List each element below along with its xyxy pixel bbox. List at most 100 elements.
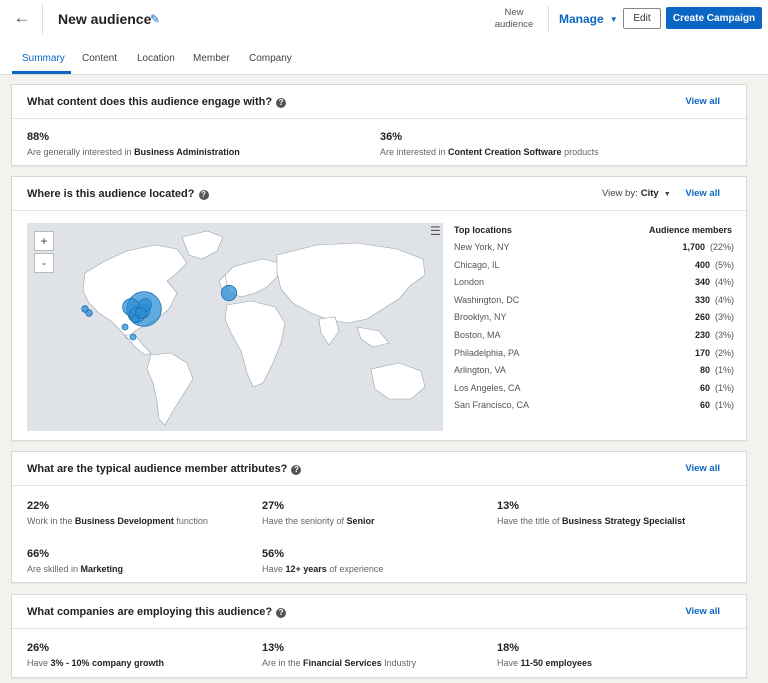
view-by-dropdown[interactable]: View by: City ▼	[602, 188, 671, 199]
help-icon[interactable]: ?	[291, 465, 302, 475]
location-city: Los Angeles, CA	[454, 382, 521, 393]
location-row: Chicago, IL 400 (5%)	[454, 260, 734, 274]
pencil-icon[interactable]: ✎	[150, 12, 160, 26]
help-icon[interactable]: ?	[198, 190, 209, 200]
australia-shape	[370, 362, 426, 400]
location-count: 260 (3%)	[694, 312, 734, 323]
location-city: Philadelphia, PA	[454, 347, 520, 358]
stat-percent: 88%	[27, 131, 50, 143]
caret-down-icon: ▼	[663, 191, 671, 198]
create-campaign-button[interactable]: Create Campaign	[666, 7, 762, 29]
zoom-in-button[interactable]: +	[34, 231, 54, 251]
location-city: San Francisco, CA	[454, 400, 530, 411]
location-row: San Francisco, CA 60 (1%)	[454, 400, 734, 414]
location-bubble[interactable]	[220, 284, 238, 302]
stat-description: Are skilled in Marketing	[27, 564, 124, 574]
divider	[548, 6, 549, 32]
help-icon[interactable]: ?	[276, 98, 287, 108]
location-city: London	[454, 277, 485, 288]
stat-percent: 36%	[380, 131, 403, 143]
stat-percent: 26%	[27, 642, 50, 654]
stat-description: Have 3% - 10% company growth	[27, 658, 165, 668]
tab-location[interactable]: Location	[137, 53, 175, 64]
help-icon[interactable]: ?	[276, 608, 287, 618]
location-row: Washington, DC 330 (4%)	[454, 295, 734, 309]
hamburger-menu-icon[interactable]: ☰	[430, 224, 441, 238]
page-title: New audience	[58, 11, 152, 27]
card-header: What companies are employing this audien…	[12, 595, 746, 629]
stat-percent: 56%	[262, 548, 285, 560]
company-stat: 13% Are in the Financial Services Indust…	[262, 642, 416, 668]
manage-label: Manage	[559, 12, 604, 26]
location-bubble[interactable]	[130, 314, 140, 324]
location-card: Where is this audience located?? View by…	[11, 176, 747, 441]
location-row: Arlington, VA 80 (1%)	[454, 365, 734, 379]
company-stat: 18% Have 11-50 employees	[497, 642, 592, 668]
zoom-out-button[interactable]: -	[34, 253, 54, 273]
location-city: New York, NY	[454, 242, 510, 252]
location-row: Boston, MA 230 (3%)	[454, 330, 734, 344]
location-row: Los Angeles, CA 60 (1%)	[454, 383, 734, 397]
location-count: 400 (5%)	[694, 259, 734, 270]
location-city: Boston, MA	[454, 330, 501, 340]
stat-description: Are interested in Content Creation Softw…	[380, 147, 599, 157]
stat-description: Have 12+ years of experience	[262, 564, 384, 574]
arrow-left-icon[interactable]: ←	[10, 8, 34, 28]
location-city: Arlington, VA	[454, 365, 506, 376]
stat-description: Have 11-50 employees	[497, 658, 593, 668]
content-stat: 88% Are generally interested in Business…	[27, 131, 240, 157]
world-map-graphic	[81, 230, 426, 426]
north-america-shape	[82, 244, 188, 340]
tab-bar: Summary Content Location Member Company	[0, 50, 768, 75]
content-stat: 36% Are interested in Content Creation S…	[380, 131, 599, 157]
divider	[42, 4, 43, 34]
location-bubble[interactable]	[121, 323, 129, 331]
tab-member[interactable]: Member	[193, 53, 230, 64]
manage-dropdown[interactable]: Manage ▼	[559, 12, 618, 26]
india-shape	[318, 316, 340, 346]
location-row: New York, NY 1,700 (22%)	[454, 242, 734, 256]
location-city: Brooklyn, NY	[454, 312, 507, 323]
stat-percent: 18%	[497, 642, 520, 654]
asia-shape	[276, 242, 426, 324]
location-count: 60 (1%)	[699, 400, 734, 411]
stat-description: Have the title of Business Strategy Spec…	[497, 516, 686, 526]
stat-description: Are generally interested in Business Adm…	[27, 147, 240, 157]
card-title-text: What companies are employing this audien…	[27, 606, 273, 618]
audience-name-line1: New	[504, 7, 524, 18]
location-count: 340 (4%)	[694, 277, 734, 288]
stat-percent: 22%	[27, 500, 50, 512]
view-all-link[interactable]: View all	[685, 463, 720, 474]
caret-down-icon: ▼	[609, 15, 618, 24]
audience-name-label: New audience	[486, 7, 542, 31]
audience-name-line2: audience	[494, 19, 534, 30]
audience-members-header: Audience members	[648, 225, 732, 235]
location-bubble[interactable]	[81, 305, 89, 313]
location-bubble[interactable]	[129, 333, 137, 341]
view-all-link[interactable]: View all	[685, 96, 720, 107]
central-america-shape	[124, 334, 152, 356]
greenland-shape	[181, 230, 224, 260]
tab-content[interactable]: Content	[82, 53, 117, 64]
stat-description: Are in the Financial Services Industry	[262, 658, 417, 668]
attribute-stat: 66% Are skilled in Marketing	[27, 548, 123, 574]
card-header: What content does this audience engage w…	[12, 85, 746, 119]
active-tab-indicator	[12, 71, 71, 74]
content-card: What content does this audience engage w…	[11, 84, 747, 166]
attribute-stat: 13% Have the title of Business Strategy …	[497, 500, 685, 526]
card-title-text: What are the typical audience member att…	[27, 463, 288, 475]
top-bar: ← New audience ✎ New audience Manage ▼ Ed…	[0, 0, 768, 75]
stat-percent: 27%	[262, 500, 285, 512]
world-map[interactable]: + -	[27, 223, 443, 431]
location-count: 170 (2%)	[694, 347, 734, 358]
tab-company[interactable]: Company	[249, 53, 292, 64]
edit-button[interactable]: Edit	[623, 8, 661, 29]
card-title: What content does this audience engage w…	[27, 96, 287, 108]
tab-summary[interactable]: Summary	[22, 53, 65, 64]
view-all-link[interactable]: View all	[685, 606, 720, 617]
view-by-label: View by:	[602, 188, 638, 199]
location-row: Philadelphia, PA 170 (2%)	[454, 348, 734, 362]
view-all-link[interactable]: View all	[685, 188, 720, 199]
view-by-value[interactable]: City	[641, 188, 659, 199]
location-row: London 340 (4%)	[454, 277, 734, 291]
